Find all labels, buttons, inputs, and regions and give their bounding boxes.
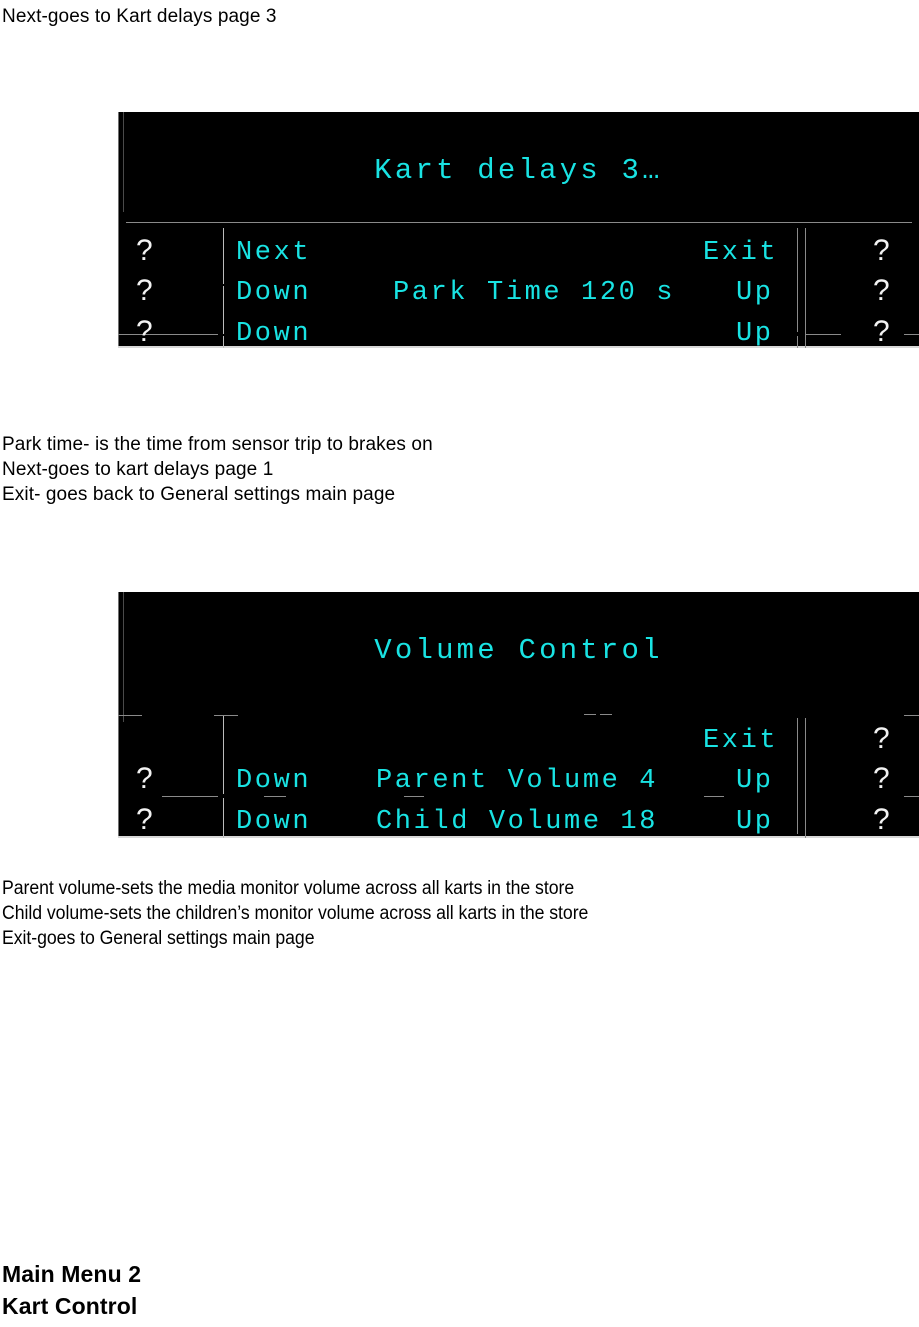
divider-seg-3 (584, 714, 596, 715)
row2-left-button[interactable]: Down (236, 278, 311, 308)
mid-row-divider (404, 796, 424, 797)
row2-right-marker[interactable]: ? (873, 762, 890, 796)
divider-seg-2 (214, 715, 238, 716)
row2-left-button[interactable]: Down (236, 766, 311, 796)
row1-left-button[interactable]: Next (236, 238, 311, 268)
volume-control-lcd-panel: Volume Control Exit ? ? Down Parent Volu… (118, 592, 919, 838)
divider-seg-1 (118, 715, 142, 716)
row1-left-marker[interactable]: ? (136, 234, 153, 268)
right-column-separator-a (797, 718, 798, 834)
row2-right-button[interactable]: Up (736, 278, 774, 308)
top-note: Next-goes to Kart delays page 3 (2, 6, 277, 27)
row2-right-marker[interactable]: ? (873, 274, 890, 308)
right-row-divider (704, 796, 724, 797)
row1-right-button[interactable]: Exit (703, 238, 778, 268)
left-row-divider (118, 334, 218, 335)
left-column-separator-a (223, 716, 224, 794)
footer-main-menu: Main Menu 2 (2, 1261, 142, 1287)
panel-title: Volume Control (374, 634, 663, 667)
panel-title: Kart delays 3… (374, 154, 663, 187)
note-next: Next-goes to kart delays page 1 (2, 459, 274, 480)
row2-right-button[interactable]: Up (736, 766, 774, 796)
row3-left-marker[interactable]: ? (136, 315, 153, 348)
right-column-separator-b (805, 228, 806, 348)
row3-right-marker[interactable]: ? (873, 315, 890, 348)
right-column-separator-b (805, 718, 806, 838)
left-column-separator-row2 (223, 286, 224, 334)
left-column-separator-row3 (223, 336, 224, 348)
note-parent-volume: Parent volume-sets the media monitor vol… (2, 878, 575, 899)
note-park-time: Park time- is the time from sensor trip … (2, 434, 433, 455)
left-row-divider-2 (264, 796, 286, 797)
note-exit: Exit- goes back to General settings main… (2, 484, 396, 505)
note-exit-volume: Exit-goes to General settings main page (2, 928, 315, 949)
footer-kart-control: Kart Control (2, 1293, 138, 1319)
divider-seg-5 (904, 715, 919, 716)
row2-left-marker[interactable]: ? (136, 762, 153, 796)
panel-left-edge (118, 112, 119, 348)
row3-left-button[interactable]: Down (236, 807, 311, 837)
row3-right-marker[interactable]: ? (873, 803, 890, 837)
row3-right-button[interactable]: Up (736, 807, 774, 837)
left-column-separator-b (223, 798, 224, 838)
row3-right-button[interactable]: Up (736, 319, 774, 348)
right-column-separator-a2 (797, 336, 798, 348)
row3-left-marker[interactable]: ? (136, 803, 153, 837)
title-divider (126, 222, 912, 223)
note-child-volume: Child volume-sets the children’s monitor… (2, 903, 589, 924)
row2-left-marker[interactable]: ? (136, 274, 153, 308)
divider-seg-4 (600, 714, 612, 715)
row3-center-value: Child Volume 18 (376, 807, 659, 837)
row1-right-button[interactable]: Exit (703, 726, 778, 756)
row3-left-button[interactable]: Down (236, 319, 311, 348)
right-column-separator-a (797, 228, 798, 332)
right-row-divider (805, 334, 841, 335)
row2-center-value: Park Time 120 s (393, 278, 676, 308)
left-row-divider (162, 796, 218, 797)
row2-center-value: Parent Volume 4 (376, 766, 659, 796)
row1-right-marker[interactable]: ? (873, 234, 890, 268)
left-column-separator-row1 (223, 228, 224, 284)
row1-right-marker[interactable]: ? (873, 722, 890, 756)
kart-delays-3-lcd-panel: Kart delays 3… ? Next Exit ? ? Down Park… (118, 112, 919, 348)
right-edge-divider (904, 796, 919, 797)
right-edge-divider (904, 334, 919, 335)
